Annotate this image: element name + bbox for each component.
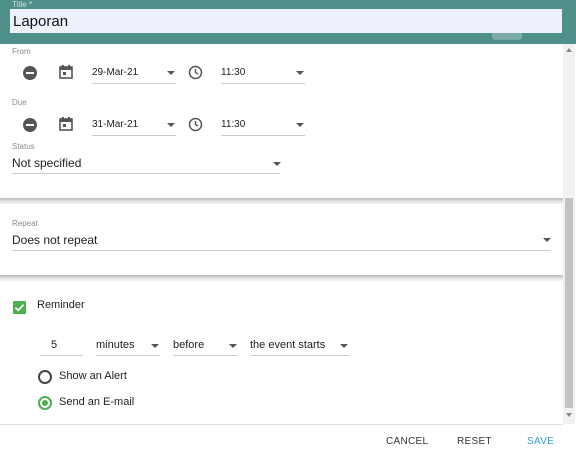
chevron-down-icon[interactable] bbox=[151, 344, 159, 348]
chevron-down-icon[interactable] bbox=[167, 123, 175, 127]
cancel-button[interactable]: CANCEL bbox=[386, 436, 428, 447]
reminder-label: Reminder bbox=[37, 299, 85, 311]
chevron-down-icon[interactable] bbox=[543, 238, 551, 242]
chevron-down-icon[interactable] bbox=[167, 71, 175, 75]
checkmark-icon bbox=[14, 304, 25, 312]
reminder-unit-select[interactable]: minutes bbox=[96, 339, 135, 351]
from-label: From bbox=[12, 47, 31, 56]
show-alert-radio[interactable] bbox=[38, 370, 52, 384]
title-input[interactable] bbox=[10, 9, 562, 33]
due-label: Due bbox=[12, 98, 27, 107]
remove-from-icon[interactable] bbox=[23, 66, 37, 80]
status-underline bbox=[12, 173, 280, 174]
calendar-icon[interactable] bbox=[58, 116, 74, 132]
from-date-underline bbox=[92, 83, 176, 84]
due-date-underline bbox=[92, 135, 176, 136]
chevron-down-icon[interactable] bbox=[229, 344, 237, 348]
chevron-down-icon[interactable] bbox=[296, 123, 304, 127]
due-time-value[interactable]: 11:30 bbox=[221, 119, 245, 130]
repeat-label: Repeat bbox=[12, 219, 38, 228]
title-label: Title * bbox=[12, 0, 33, 9]
reminder-relation-select[interactable]: before bbox=[173, 339, 204, 351]
remove-due-icon[interactable] bbox=[23, 118, 37, 132]
scroll-up-icon[interactable] bbox=[564, 46, 574, 54]
section-divider bbox=[0, 275, 563, 281]
reminder-relation-underline bbox=[173, 355, 237, 356]
clock-icon[interactable] bbox=[188, 117, 203, 132]
reset-button[interactable]: RESET bbox=[457, 436, 492, 447]
chevron-down-icon[interactable] bbox=[296, 71, 304, 75]
status-label: Status bbox=[12, 142, 35, 151]
footer-divider bbox=[0, 424, 563, 425]
send-email-radio[interactable] bbox=[38, 396, 52, 410]
reminder-amount-input[interactable]: 5 bbox=[51, 339, 57, 351]
from-date-value[interactable]: 29-Mar-21 bbox=[92, 67, 138, 78]
repeat-select[interactable]: Does not repeat bbox=[12, 233, 97, 247]
chevron-down-icon[interactable] bbox=[340, 344, 348, 348]
send-email-label[interactable]: Send an E-mail bbox=[59, 396, 134, 408]
repeat-underline bbox=[12, 250, 551, 251]
scroll-down-icon[interactable] bbox=[564, 411, 574, 419]
save-button[interactable]: SAVE bbox=[527, 436, 554, 447]
scrollbar-thumb[interactable] bbox=[565, 198, 573, 408]
calendar-icon[interactable] bbox=[58, 64, 74, 80]
reminder-unit-underline bbox=[96, 355, 160, 356]
reminder-amount-underline bbox=[40, 355, 83, 356]
clock-icon[interactable] bbox=[188, 65, 203, 80]
reminder-anchor-select[interactable]: the event starts bbox=[250, 339, 325, 351]
due-date-value[interactable]: 31-Mar-21 bbox=[92, 119, 138, 130]
section-divider bbox=[0, 198, 563, 204]
from-time-underline bbox=[221, 83, 305, 84]
from-time-value[interactable]: 11:30 bbox=[221, 67, 245, 78]
status-select[interactable]: Not specified bbox=[12, 156, 81, 170]
chevron-down-icon[interactable] bbox=[273, 162, 281, 166]
reminder-checkbox[interactable] bbox=[13, 301, 26, 314]
show-alert-label[interactable]: Show an Alert bbox=[59, 370, 127, 382]
due-time-underline bbox=[221, 135, 305, 136]
reminder-anchor-underline bbox=[250, 355, 349, 356]
